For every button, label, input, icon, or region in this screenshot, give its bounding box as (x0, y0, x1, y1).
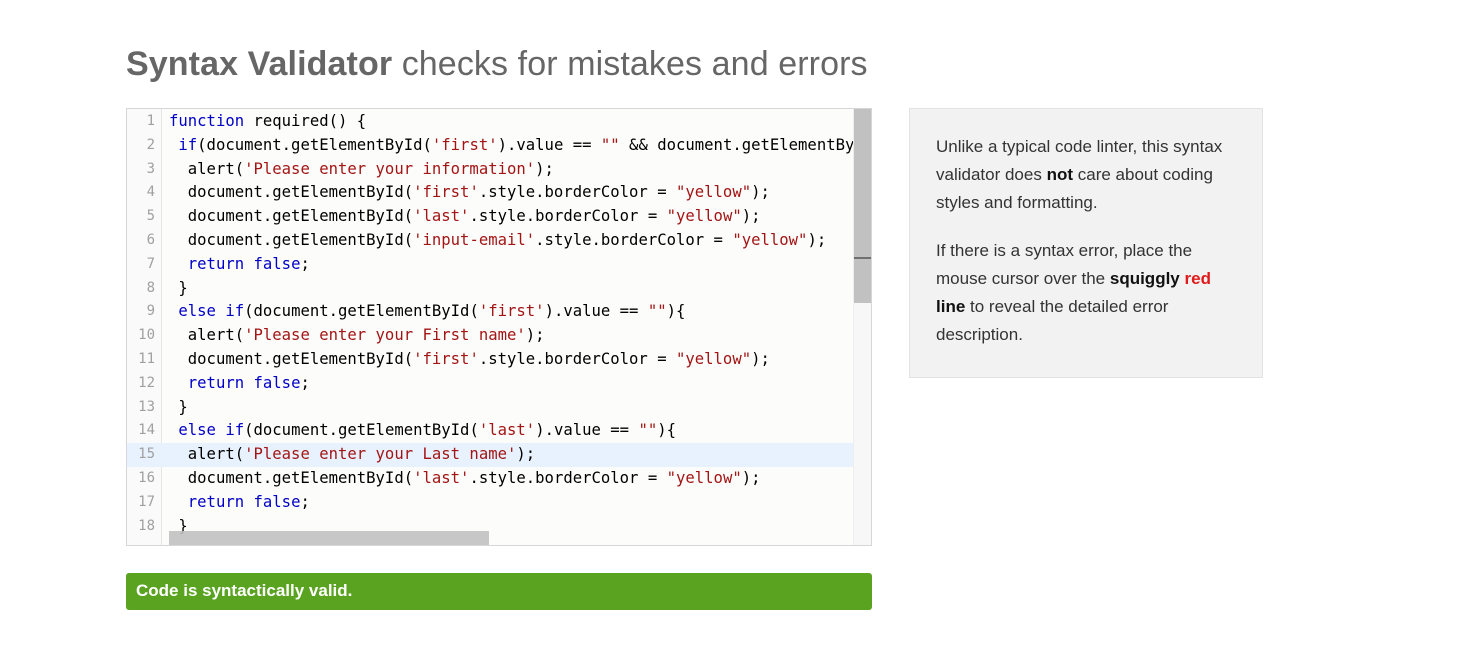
code-line[interactable]: 13 } (127, 396, 854, 420)
code-text[interactable]: alert('Please enter your First name'); (169, 324, 545, 348)
line-number: 12 (138, 374, 155, 391)
code-text[interactable]: document.getElementById('first'.style.bo… (169, 181, 770, 205)
code-line[interactable]: 16 document.getElementById('last'.style.… (127, 467, 854, 491)
code-line[interactable]: 5 document.getElementById('last'.style.b… (127, 205, 854, 229)
info-bold-line: line (936, 297, 966, 316)
code-text[interactable]: document.getElementById('last'.style.bor… (169, 205, 761, 229)
code-text[interactable]: document.getElementById('input-email'.st… (169, 229, 826, 253)
info-bold-not: not (1046, 165, 1074, 184)
code-line[interactable]: 2 if(document.getElementById('first').va… (127, 134, 855, 158)
line-number: 3 (146, 160, 155, 177)
code-text[interactable]: alert('Please enter your information'); (169, 158, 554, 182)
page-title-bold: Syntax Validator (126, 45, 393, 83)
line-number: 8 (146, 279, 155, 296)
code-line[interactable]: 7 return false; (127, 253, 854, 277)
code-line[interactable]: 17 return false; (127, 491, 854, 515)
code-text[interactable]: return false; (169, 491, 310, 515)
vertical-scrollbar-thumb[interactable] (854, 109, 871, 303)
code-text[interactable]: return false; (169, 372, 310, 396)
line-number: 5 (146, 208, 155, 225)
info-paragraph-2: If there is a syntax error, place the mo… (936, 237, 1236, 349)
horizontal-scrollbar-thumb[interactable] (169, 531, 489, 545)
line-number: 6 (146, 231, 155, 248)
code-text[interactable]: else if(document.getElementById('last').… (169, 419, 676, 443)
code-line[interactable]: 4 document.getElementById('first'.style.… (127, 181, 854, 205)
line-number: 15 (138, 446, 155, 463)
line-number: 7 (146, 255, 155, 272)
line-number: 17 (138, 493, 155, 510)
code-editor[interactable]: 1 function required() {2 if(document.getE… (126, 108, 872, 546)
code-line[interactable]: 15 alert('Please enter your Last name'); (127, 443, 854, 467)
info-red-word: red (1184, 269, 1211, 288)
info-paragraph-1: Unlike a typical code linter, this synta… (936, 133, 1236, 217)
code-text[interactable]: return false; (169, 253, 310, 277)
line-number: 1 (146, 113, 155, 129)
page-title: Syntax Validator checks for mistakes and… (126, 40, 868, 88)
code-text[interactable]: document.getElementById('last'.style.bor… (169, 467, 761, 491)
line-number: 13 (138, 398, 155, 415)
vertical-scrollbar[interactable] (853, 109, 871, 545)
code-text[interactable]: } (169, 396, 187, 420)
code-text[interactable]: function required() { (169, 110, 366, 134)
line-number: 9 (146, 303, 155, 320)
code-line[interactable]: 9 else if(document.getElementById('first… (127, 300, 854, 324)
code-line[interactable]: 14 else if(document.getElementById('last… (127, 419, 854, 443)
code-text[interactable]: } (169, 277, 187, 301)
info-bold-squiggly: squiggly (1109, 269, 1180, 288)
line-number: 16 (138, 469, 155, 486)
page-title-rest: checks for mistakes and errors (392, 45, 868, 83)
line-number: 18 (138, 517, 155, 534)
code-lines[interactable]: 1 function required() {2 if(document.getE… (127, 110, 854, 538)
line-number: 14 (138, 422, 155, 439)
line-number: 2 (146, 136, 155, 153)
line-number: 11 (138, 350, 155, 367)
code-line[interactable]: 6 document.getElementById('input-email'.… (127, 229, 854, 253)
code-text[interactable]: document.getElementById('first'.style.bo… (169, 348, 770, 372)
code-line[interactable]: 3 alert('Please enter your information')… (127, 158, 854, 182)
line-number: 4 (146, 184, 155, 201)
code-text[interactable]: else if(document.getElementById('first')… (169, 300, 685, 324)
info-text: to reveal the detailed error description… (936, 297, 1169, 344)
code-line[interactable]: 1 function required() { (127, 110, 854, 134)
info-panel: Unlike a typical code linter, this synta… (909, 108, 1263, 378)
code-text[interactable]: alert('Please enter your Last name'); (169, 443, 535, 467)
validation-status-bar: Code is syntactically valid. (126, 573, 872, 610)
code-text[interactable]: if(document.getElementById('first').valu… (169, 134, 854, 158)
code-line[interactable]: 11 document.getElementById('first'.style… (127, 348, 854, 372)
line-number: 10 (138, 327, 155, 344)
code-line[interactable]: 8 } (127, 277, 854, 301)
code-line[interactable]: 10 alert('Please enter your First name')… (127, 324, 854, 348)
code-line[interactable]: 12 return false; (127, 372, 854, 396)
scrollbar-cursor-marker (854, 257, 871, 259)
